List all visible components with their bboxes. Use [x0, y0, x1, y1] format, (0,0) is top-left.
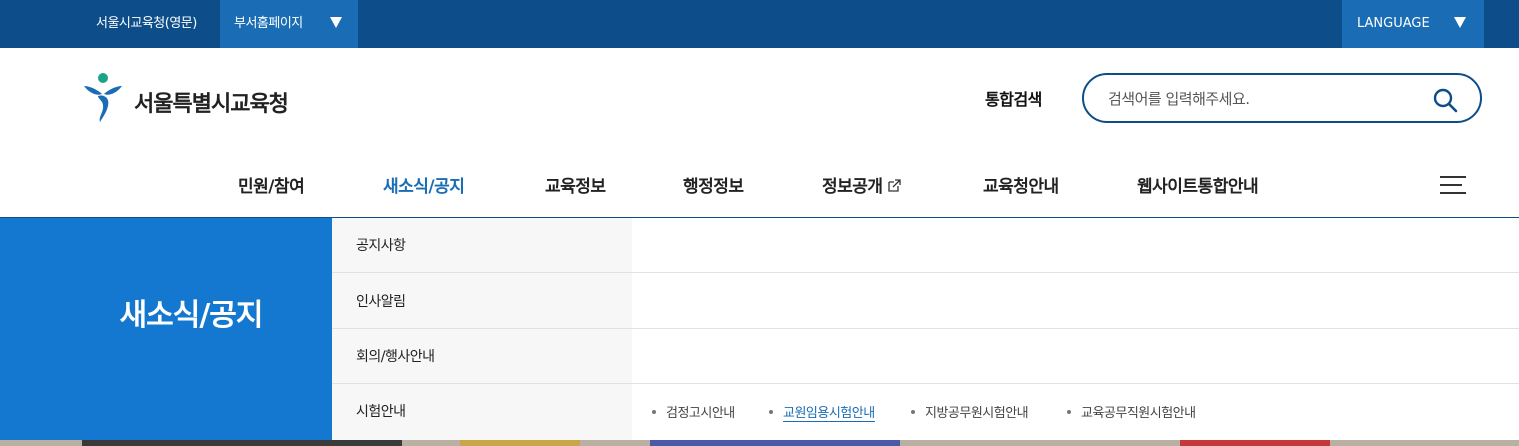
logo-mark-icon	[84, 73, 122, 122]
submenu-item-personnel[interactable]: 인사알림	[332, 274, 1519, 329]
caret-down-icon	[1454, 17, 1466, 28]
nav-item-admin[interactable]: 행정정보	[683, 172, 744, 197]
dept-homepage-label: 부서홈페이지	[234, 16, 303, 31]
logo-text: 서울특별시교육청	[134, 92, 289, 117]
submenu-item-label: 회의/행사안내	[356, 349, 435, 365]
language-dropdown[interactable]: LANGUAGE	[1342, 0, 1484, 48]
nav-item-about[interactable]: 교육청안내	[983, 172, 1059, 197]
exam-link-ged[interactable]: 검정고시안내	[652, 402, 735, 421]
nav-item-sitemap[interactable]: 웹사이트통합안내	[1137, 172, 1259, 197]
search-box	[1082, 73, 1482, 123]
top-bar: 서울시교육청(영문) 부서홈페이지 LANGUAGE	[0, 0, 1519, 48]
nav-item-news[interactable]: 새소식/공지	[383, 172, 465, 197]
site-logo[interactable]: 서울특별시교육청	[80, 72, 310, 124]
submenu-item-meetings[interactable]: 회의/행사안내	[332, 329, 1519, 384]
bullet-icon	[652, 410, 656, 414]
search-icon[interactable]	[1432, 87, 1458, 113]
external-link-icon	[887, 179, 901, 192]
caret-down-icon	[330, 17, 342, 28]
submenu-item-label: 인사알림	[356, 294, 406, 310]
english-site-link[interactable]: 서울시교육청(영문)	[96, 0, 197, 48]
menu-icon[interactable]	[1440, 174, 1468, 196]
search-input[interactable]	[1108, 87, 1408, 111]
submenu-title: 새소식/공지	[119, 298, 264, 333]
exam-link-local-gov[interactable]: 지방공무원시험안내	[911, 402, 1029, 421]
bullet-icon	[911, 410, 915, 414]
submenu-item-label: 시험안내	[356, 404, 406, 420]
main-nav: 민원/참여 새소식/공지 교육정보 행정정보 정보공개 교육청안내 웹사이트통합…	[0, 160, 1519, 206]
search-label: 통합검색	[985, 90, 1042, 109]
submenu-item-label: 공지사항	[356, 238, 406, 254]
dept-homepage-dropdown[interactable]: 부서홈페이지	[220, 0, 358, 48]
nav-item-education[interactable]: 교육정보	[545, 172, 606, 197]
language-label: LANGUAGE	[1357, 16, 1430, 31]
nav-item-civil[interactable]: 민원/참여	[238, 172, 305, 197]
bullet-icon	[1067, 410, 1071, 414]
nav-item-disclosure-label: 정보공개	[822, 177, 883, 197]
exam-link-edu-staff[interactable]: 교육공무직원시험안내	[1067, 402, 1196, 421]
content-banner-peek	[0, 440, 1519, 446]
exam-link-teacher[interactable]: 교원임용시험안내	[769, 402, 875, 422]
submenu-item-notice[interactable]: 공지사항	[332, 218, 1519, 273]
submenu-title-panel: 새소식/공지	[0, 218, 332, 446]
nav-item-disclosure[interactable]: 정보공개	[822, 172, 901, 197]
bullet-icon	[769, 410, 773, 414]
